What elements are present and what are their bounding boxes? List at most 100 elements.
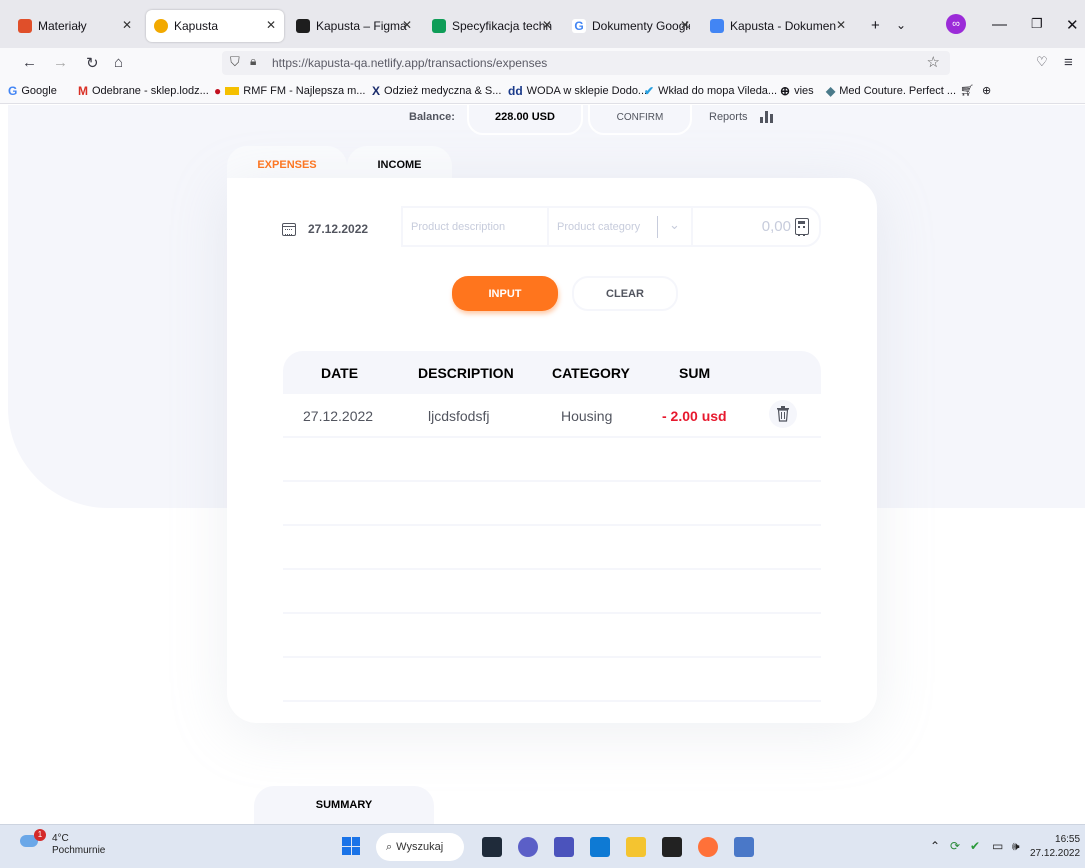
x-logo-icon: X [372,84,381,98]
docs-favicon-icon [710,19,724,33]
tray-chevron-icon[interactable]: ⌃ [930,839,940,853]
close-tab-icon[interactable]: ✕ [542,18,552,32]
row-date: 27.12.2022 [303,408,374,424]
tray-shield-icon[interactable]: ✔ [970,839,980,853]
kapusta-favicon-icon [154,19,168,33]
restore-icon[interactable]: ❐ [1031,16,1043,32]
globe-bookmark-icon[interactable]: ⊕ [982,84,991,97]
bookmark-google[interactable]: G Google [8,84,57,98]
lock-icon[interactable]: 🔒︎ [250,54,256,69]
close-tab-icon[interactable]: ✕ [836,18,846,32]
forward-icon[interactable]: → [53,54,68,71]
summary-tab[interactable]: SUMMARY [254,786,434,824]
tab-title: Materiały [38,19,87,33]
clock-time: 16:55 [1055,834,1081,845]
close-tab-icon[interactable]: ✕ [402,18,412,32]
bookmark-gmail[interactable]: M Odebrane - sklep.lodz... [78,84,209,98]
system-clock[interactable]: 16:55 27.12.2022 [1030,833,1080,861]
table-row-empty [283,570,821,614]
cart-bookmark-icon[interactable]: 🛒︎ [960,84,974,97]
bookmark-star-icon[interactable]: ☆ [927,53,940,71]
url-bar[interactable]: ⛉ 🔒︎ https://kapusta-qa.netlify.app/tran… [222,51,950,75]
pocket-icon[interactable]: ♡ [1036,54,1048,70]
weather-condition: Pochmurnie [52,845,106,856]
browser-tab-specyfikacja[interactable]: Specyfikacja technic ✕ [424,10,560,42]
category-placeholder: Product category [557,220,641,233]
browser-tab-figma[interactable]: Kapusta – Figma ✕ [288,10,420,42]
browser-tab-kapusta-docs[interactable]: Kapusta - Dokumen ✕ [702,10,854,42]
date-picker[interactable]: 27.12.2022 [282,222,368,236]
bookmark-label: Odzież medyczna & S... [384,85,502,97]
app-icon[interactable] [734,837,754,857]
table-row-empty [283,658,821,702]
back-icon[interactable]: ← [22,54,37,71]
account-icon[interactable]: ∞ [946,14,966,34]
product-category-select[interactable]: Product category ⌄ [549,208,693,245]
teams-icon[interactable] [554,837,574,857]
bookmark-vileda[interactable]: ✔ Wkład do mopa Vileda... [644,84,777,98]
header-sum: SUM [679,365,711,381]
tray-display-icon[interactable]: ▭ [992,839,1003,853]
bookmark-vies[interactable]: ⊕ vies [780,84,814,98]
chat-icon[interactable] [518,837,538,857]
balance-label: Balance: [409,111,455,123]
close-tab-icon[interactable]: ✕ [266,18,276,32]
firefox-icon[interactable] [698,837,718,857]
reports-link[interactable]: Reports [709,111,773,123]
bookmark-odziez[interactable]: X Odzież medyczna & S... [372,84,501,98]
close-tab-icon[interactable]: ✕ [680,18,690,32]
weather-temperature: 4°C [52,833,69,844]
clear-button[interactable]: CLEAR [572,276,678,311]
home-icon[interactable]: ⌂ [114,54,123,71]
figma-favicon-icon [296,19,310,33]
tab-list-chevron-icon[interactable]: ⌄ [896,18,906,32]
file-explorer-icon[interactable] [626,837,646,857]
dodo-icon: dd [508,84,523,98]
chevron-down-icon: ⌄ [669,217,680,232]
kapusta-page: Balance: 228.00 USD CONFIRM Reports EXPE… [0,105,1085,824]
calculator-icon [795,218,809,236]
reload-icon[interactable]: ↻ [86,54,99,72]
row-sum: - 2.00 usd [662,408,727,424]
new-tab-icon[interactable]: + [871,17,880,34]
windows-start-icon[interactable] [342,837,360,855]
minimize-icon[interactable]: — [992,16,1007,33]
menu-icon[interactable]: ≡ [1064,54,1073,71]
bookmark-label: Wkład do mopa Vileda... [658,85,778,97]
table-row-empty [283,438,821,482]
sticky-app-icon[interactable] [662,837,682,857]
input-button[interactable]: INPUT [452,276,558,311]
balance-value: 228.00 USD [467,105,583,135]
browser-tab-kapusta[interactable]: Kapusta ✕ [146,10,284,42]
teamviewer-icon[interactable] [590,837,610,857]
materialy-favicon-icon [18,19,32,33]
table-header: DATE DESCRIPTION CATEGORY SUM [283,351,821,394]
tray-sync-icon[interactable]: ⟳ [950,839,960,853]
sum-input[interactable]: 0,00 [693,208,819,245]
url-text[interactable]: https://kapusta-qa.netlify.app/transacti… [272,56,547,70]
tab-title: Dokumenty Google [592,19,690,33]
sheets-favicon-icon [432,19,446,33]
google-icon: G [8,84,18,98]
delete-button[interactable] [769,400,797,428]
bookmark-medcouture[interactable]: ◆ Med Couture. Perfect ... [826,84,956,98]
bookmark-woda[interactable]: dd WODA w sklepie Dodo... [508,84,647,98]
close-tab-icon[interactable]: ✕ [122,18,132,32]
shield-icon[interactable]: ⛉ [230,54,240,70]
taskbar-search[interactable]: ⌕ Wyszukaj [376,833,464,861]
bookmark-rmf[interactable]: ● RMF FM - Najlepsza m... [214,84,365,98]
browser-tab-dokumenty[interactable]: G Dokumenty Google ✕ [564,10,698,42]
google-favicon-icon: G [572,19,586,33]
navigation-bar: ← → ↻ ⌂ ⛉ 🔒︎ https://kapusta-qa.netlify.… [0,48,1085,78]
close-window-icon[interactable]: ✕ [1066,16,1079,34]
row-description: ljcdsfodsfj [428,408,490,424]
calendar-icon [282,222,296,236]
product-description-input[interactable]: Product description [403,208,549,245]
task-view-icon[interactable] [482,837,502,857]
confirm-button[interactable]: CONFIRM [588,105,692,135]
table-row-empty [283,526,821,570]
browser-tab-materialy[interactable]: Materiały ✕ [10,10,140,42]
volume-icon[interactable]: 🕪︎ [1012,839,1020,854]
balance-bar: Balance: 228.00 USD CONFIRM Reports [0,105,1085,135]
bookmark-label: WODA w sklepie Dodo... [526,85,648,97]
